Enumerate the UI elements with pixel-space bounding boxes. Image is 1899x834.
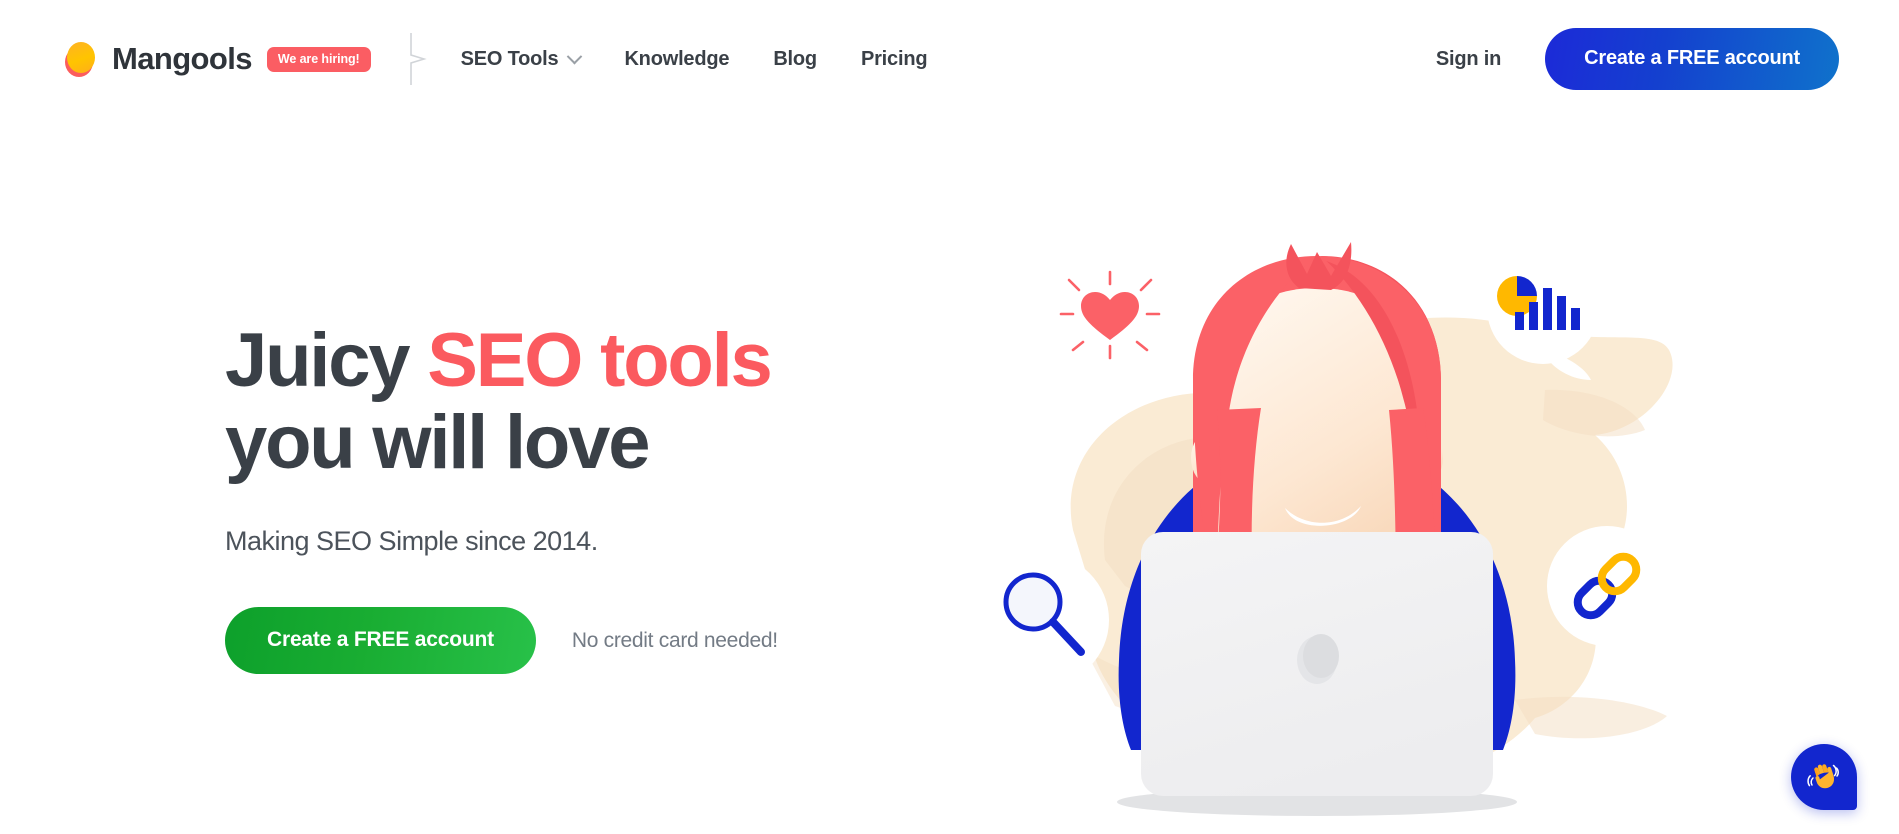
sign-in-link[interactable]: Sign in xyxy=(1436,48,1501,71)
nav-item-label: Blog xyxy=(773,47,817,70)
hiring-badge[interactable]: We are hiring! xyxy=(266,46,371,72)
hero-title: Juicy SEO tools you will love xyxy=(225,320,865,484)
hero-subtitle: Making SEO Simple since 2014. xyxy=(225,526,598,556)
hero-copy: Juicy SEO tools you will love Making SEO… xyxy=(225,320,865,674)
nav-item-label: Knowledge xyxy=(624,47,730,70)
no-credit-card-note: No credit card needed! xyxy=(571,628,778,652)
nav-item-label: SEO Tools xyxy=(460,47,559,70)
chat-widget-button[interactable] xyxy=(1791,744,1857,810)
nav-item-label: Pricing xyxy=(860,47,928,70)
chevron-down-icon xyxy=(567,48,583,64)
mangools-logo-icon xyxy=(64,41,96,77)
header-actions: Sign in Create a FREE account xyxy=(1436,28,1839,90)
site-header: Mangools We are hiring! SEO Tools Knowle… xyxy=(0,0,1899,118)
nav-item-knowledge[interactable]: Knowledge xyxy=(624,48,729,71)
nav-item-seo-tools[interactable]: SEO Tools xyxy=(460,47,583,71)
brand-name: Mangools xyxy=(112,41,252,76)
hero-cta-row: Create a FREE account No credit card nee… xyxy=(225,607,865,674)
create-account-button-header[interactable]: Create a FREE account xyxy=(1545,28,1839,90)
link-chain-icon-bubble xyxy=(1547,526,1667,646)
nav-item-blog[interactable]: Blog xyxy=(773,48,817,71)
nav-item-pricing[interactable]: Pricing xyxy=(860,47,928,71)
brand-block[interactable]: Mangools We are hiring! xyxy=(64,41,371,77)
hero-title-accent: SEO tools xyxy=(427,318,773,403)
main-navigation: SEO Tools Knowledge Blog Pricing xyxy=(461,48,928,71)
create-account-button-hero[interactable]: Create a FREE account xyxy=(225,607,536,674)
heart-icon-bubble xyxy=(1059,270,1161,372)
logo-main-blob xyxy=(67,42,95,73)
waving-hand-icon xyxy=(1807,764,1839,789)
magnifier-icon-bubble xyxy=(977,554,1109,686)
hero-title-line2: you will love xyxy=(225,400,650,485)
hero-title-line1: Juicy SEO tools xyxy=(225,318,773,403)
hero-illustration xyxy=(955,230,1675,834)
nav-divider-icon xyxy=(409,33,427,85)
hero-title-plain: Juicy xyxy=(225,318,428,403)
